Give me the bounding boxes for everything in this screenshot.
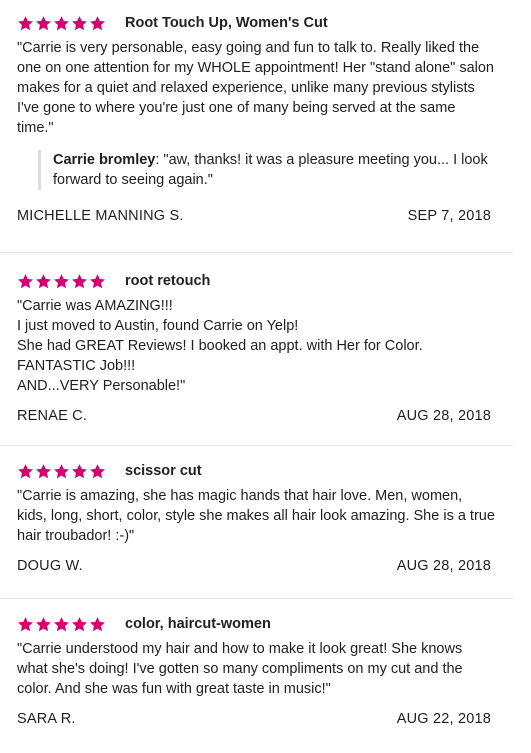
review-text: "Carrie is very personable, easy going a… xyxy=(17,40,494,136)
review-item: Root Touch Up, Women's Cut "Carrie is ve… xyxy=(0,0,513,253)
reviews-list: Root Touch Up, Women's Cut "Carrie is ve… xyxy=(0,0,531,753)
review-author: MICHELLE MANNING S. xyxy=(17,208,184,224)
review-service: scissor cut xyxy=(125,463,202,479)
star-icon xyxy=(90,616,105,631)
star-icon xyxy=(36,273,51,288)
star-icon xyxy=(90,463,105,478)
review-footer: SARA R. AUG 22, 2018 xyxy=(17,711,491,727)
star-icon xyxy=(72,616,87,631)
star-icon xyxy=(54,616,69,631)
review-author: DOUG W. xyxy=(17,558,83,574)
review-service: color, haircut-women xyxy=(125,616,271,632)
review-author: RENAE C. xyxy=(17,408,88,424)
star-icon xyxy=(18,616,33,631)
star-icon xyxy=(36,15,51,30)
star-icon xyxy=(18,273,33,288)
star-rating xyxy=(17,463,106,480)
review-service: Root Touch Up, Women's Cut xyxy=(125,15,328,31)
review-text: "Carrie understood my hair and how to ma… xyxy=(17,641,463,697)
star-icon xyxy=(72,463,87,478)
star-icon xyxy=(36,463,51,478)
star-icon xyxy=(54,15,69,30)
review-header: color, haircut-women xyxy=(17,613,513,635)
review-text: "Carrie was AMAZING!!! I just moved to A… xyxy=(17,298,423,394)
review-date: AUG 28, 2018 xyxy=(396,558,491,574)
reply-author: Carrie bromley xyxy=(53,152,156,168)
star-icon xyxy=(72,273,87,288)
owner-reply: Carrie bromley: "aw, thanks! it was a pl… xyxy=(38,150,493,190)
review-footer: MICHELLE MANNING S. SEP 7, 2018 xyxy=(17,208,491,224)
star-icon xyxy=(90,273,105,288)
review-header: root retouch xyxy=(17,270,513,292)
review-service: root retouch xyxy=(125,273,211,289)
review-author: SARA R. xyxy=(17,711,76,727)
star-icon xyxy=(18,463,33,478)
review-footer: RENAE C. AUG 28, 2018 xyxy=(17,408,491,424)
star-icon xyxy=(18,15,33,30)
review-item: scissor cut "Carrie is amazing, she has … xyxy=(0,446,513,599)
star-rating xyxy=(17,15,106,32)
review-footer: DOUG W. AUG 28, 2018 xyxy=(17,558,491,574)
review-header: Root Touch Up, Women's Cut xyxy=(17,12,513,34)
review-date: AUG 28, 2018 xyxy=(396,408,491,424)
star-rating xyxy=(17,616,106,633)
star-rating xyxy=(17,273,106,290)
star-icon xyxy=(54,463,69,478)
star-icon xyxy=(54,273,69,288)
review-item: color, haircut-women "Carrie understood … xyxy=(0,599,513,753)
review-date: AUG 22, 2018 xyxy=(396,711,491,727)
star-icon xyxy=(36,616,51,631)
star-icon xyxy=(72,15,87,30)
review-item: root retouch "Carrie was AMAZING!!! I ju… xyxy=(0,253,513,446)
review-text: "Carrie is amazing, she has magic hands … xyxy=(17,488,495,544)
review-date: SEP 7, 2018 xyxy=(407,208,491,224)
star-icon xyxy=(90,15,105,30)
review-header: scissor cut xyxy=(17,460,513,482)
